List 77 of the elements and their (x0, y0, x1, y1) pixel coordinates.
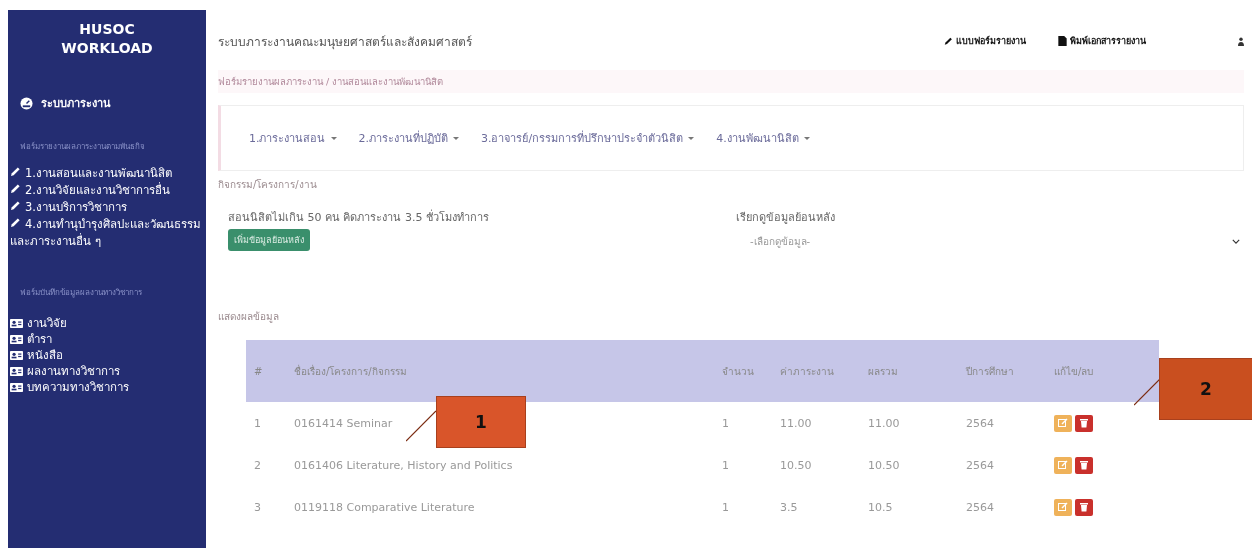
user-icon[interactable] (1238, 36, 1244, 46)
dropdown-tab[interactable]: 2.ภาระงานที่ปฏิบัติ (358, 129, 459, 147)
table-cell: 2564 (966, 458, 994, 472)
caret-icon (688, 136, 695, 140)
delete-button[interactable] (1075, 456, 1093, 474)
pencil-icon (944, 36, 953, 46)
table-cell: 3.5 (780, 500, 798, 514)
breadcrumb: ฟอร์มรายงานผลภาระงาน / งานสอนและงานพัฒนานิสิต (218, 70, 1244, 93)
column-header: # (254, 365, 263, 377)
column-header: ผลรวม (868, 365, 898, 377)
column-header: ปีการศึกษา (966, 365, 1014, 377)
table-cell: 1 (722, 500, 729, 514)
table-cell: 2564 (966, 500, 994, 514)
sidebar-link[interactable]: 4.งานทำนุบำรุงศิลปะและวัฒนธรรมและภาระงานอื่น ๆ (8, 216, 206, 250)
section-heading: ฟอร์มบันทึกข้อมูลผลงานทางวิชาการ (20, 287, 143, 299)
table-cell: 10.5 (868, 500, 893, 514)
table-cell: 0119118 Comparative Literature (294, 500, 475, 514)
table-cell: 1 (254, 416, 261, 430)
activity-description: สอนนิสิตไม่เกิน 50 คน คิดภาระงาน 3.5 ชั่วโมงทำการ (228, 208, 489, 226)
table-cell: 0161414 Seminar (294, 416, 393, 430)
brand-title: WORKLOAD (61, 39, 153, 58)
dropdown-tab[interactable]: 4.งานพัฒนานิสิต (716, 129, 810, 147)
dropdown-tab[interactable]: 3.อาจารย์/กรรมการที่ปรึกษาประจำตัวนิสิต (481, 129, 695, 147)
chevron-down-icon (1232, 239, 1240, 244)
nav-link[interactable]: พิมพ์เอกสารรายงาน (1058, 34, 1146, 48)
nav-link[interactable]: แบบฟอร์มรายงาน (944, 34, 1026, 48)
table-cell: 10.50 (780, 458, 812, 472)
home-link[interactable]: ระบบภาระงาน (20, 94, 206, 112)
sidebar-link[interactable]: หนังสือ (8, 347, 206, 363)
column-header: จำนวน (722, 365, 754, 377)
pencil-icon (10, 200, 21, 211)
section-heading: ฟอร์มรายงานผลภาระงานตามพันธกิจ (20, 141, 146, 153)
trash-icon (1079, 502, 1089, 512)
sidebar-link[interactable]: 1.งานสอนและงานพัฒนานิสิต (8, 165, 206, 182)
dashboard-icon (20, 96, 33, 110)
table-cell: 2564 (966, 416, 994, 430)
sidebar-link[interactable]: ผลงานทางวิชาการ (8, 363, 206, 379)
sidebar-link[interactable]: งานวิจัย (8, 315, 206, 331)
dropdown-tab[interactable]: 1.ภาระงานสอน (249, 129, 337, 147)
caret-icon (803, 136, 810, 140)
app-title: ระบบภาระงานคณะมนุษยศาสตร์และสังคมศาสตร์ (218, 33, 472, 51)
column-header: แก้ไข/ลบ (1054, 365, 1094, 377)
table-cell: 1 (722, 458, 729, 472)
table-cell: 1 (722, 416, 729, 430)
section-heading: กิจกรรม/โครงการ/งาน (218, 178, 318, 192)
column-header: ค่าภาระงาน (780, 365, 834, 377)
table-cell: 0161406 Literature, History and Politics (294, 458, 513, 472)
brand-title: HUSOC (79, 20, 135, 39)
table-cell: 11.00 (780, 416, 812, 430)
delete-button[interactable] (1075, 498, 1093, 516)
trash-icon (1079, 460, 1089, 470)
column-header: ชื่อเรื่อง/โครงการ/กิจกรรม (294, 365, 407, 377)
sidebar-link[interactable]: 3.งานบริการวิชาการ (8, 199, 206, 216)
sidebar-link[interactable]: ตำรา (8, 331, 206, 347)
edit-icon (1058, 460, 1068, 470)
edit-icon (1058, 418, 1068, 428)
table-cell: 2 (254, 458, 261, 472)
callout-label: 2 (1159, 358, 1252, 420)
add-history-button[interactable]: เพิ่มข้อมูลย้อนหลัง (228, 229, 310, 251)
callout-label: 1 (436, 396, 526, 448)
section-heading: แสดงผลข้อมูล (218, 310, 280, 324)
pencil-icon (10, 166, 21, 177)
table-cell: 10.50 (868, 458, 900, 472)
file-icon (1058, 36, 1067, 46)
caret-icon (453, 136, 459, 140)
sidebar-link[interactable]: บทความทางวิชาการ (8, 379, 206, 395)
trash-icon (1079, 418, 1089, 428)
table-cell: 3 (254, 500, 261, 514)
delete-button[interactable] (1075, 414, 1093, 432)
pencil-icon (10, 217, 21, 228)
sidebar-link[interactable]: 2.งานวิจัยและงานวิชาการอื่น (8, 182, 206, 199)
field-label: เรียกดูข้อมูลย้อนหลัง (736, 210, 836, 226)
leader-line (406, 408, 436, 444)
pencil-icon (10, 183, 21, 194)
caret-icon (330, 136, 337, 140)
edit-icon (1058, 502, 1068, 512)
table-cell: 11.00 (868, 416, 900, 430)
